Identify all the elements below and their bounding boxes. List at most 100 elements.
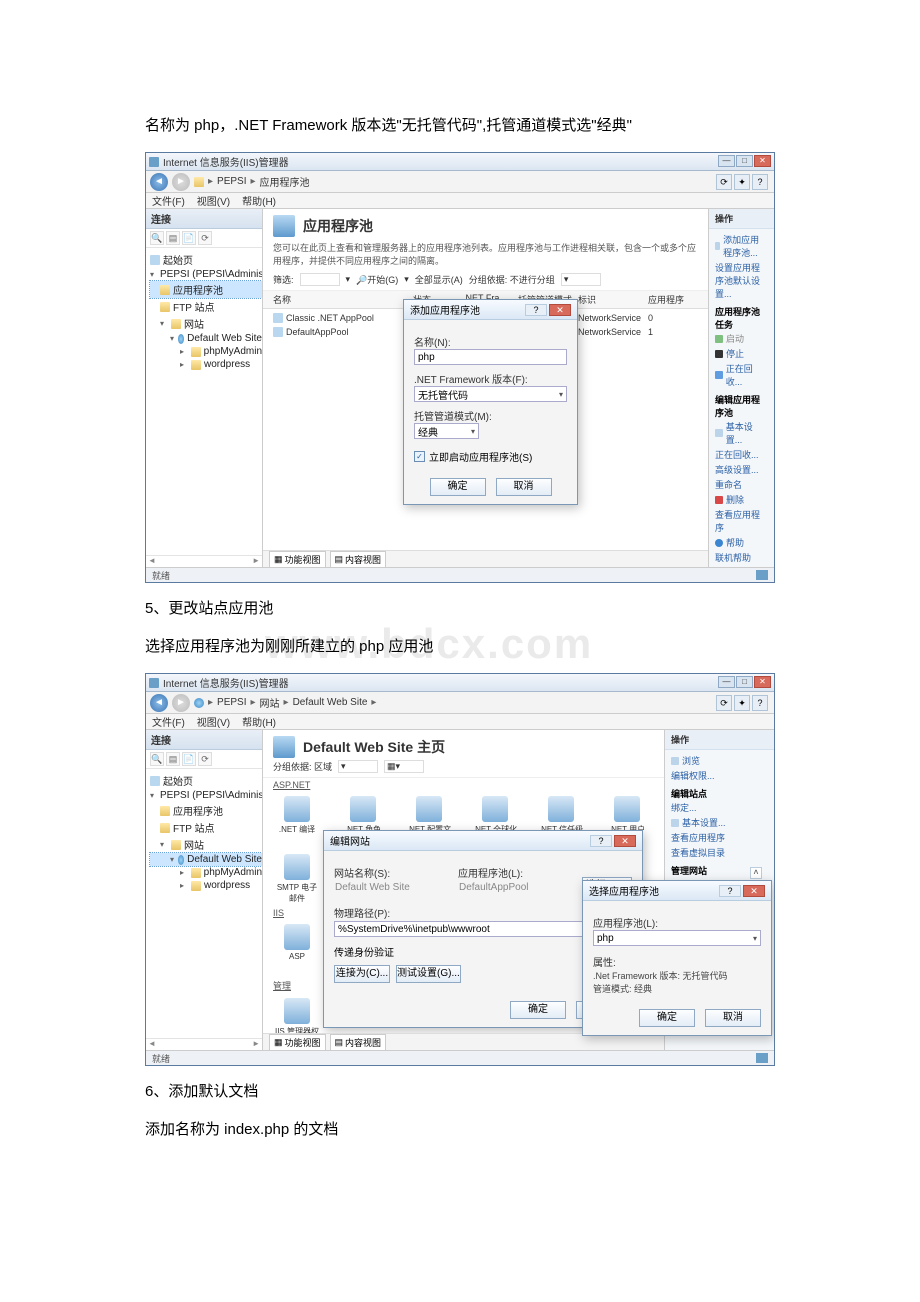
minimize-button[interactable]: — <box>718 676 735 688</box>
tree-ftp[interactable]: FTP 站点 <box>173 299 214 314</box>
dialog-close-button[interactable]: ✕ <box>743 885 765 897</box>
group-by[interactable]: 分组依据: 区域 <box>273 760 332 773</box>
tree-tool-icon[interactable]: ▤ <box>166 231 180 245</box>
dialog-help-button[interactable]: ? <box>719 885 741 897</box>
group-by[interactable]: 分组依据: 不进行分组 <box>469 273 555 286</box>
features-view-tab[interactable]: ▦ 功能视图 <box>269 551 326 568</box>
test-settings-button[interactable]: 测试设置(G)... <box>396 965 461 983</box>
action-bindings[interactable]: 绑定... <box>671 800 768 815</box>
dialog-close-button[interactable]: ✕ <box>614 835 636 847</box>
action-stop[interactable]: 停止 <box>715 346 768 361</box>
action-view-vdir[interactable]: 查看虚拟目录 <box>671 845 768 860</box>
menu-file[interactable]: 文件(F) <box>152 193 185 208</box>
connect-as-button[interactable]: 连接为(C)... <box>334 965 390 983</box>
filter-go[interactable]: 🔎开始(G) <box>356 273 398 286</box>
forward-button[interactable]: ► <box>172 173 190 191</box>
tree-ftp[interactable]: FTP 站点 <box>173 820 214 835</box>
menu-file[interactable]: 文件(F) <box>152 714 185 729</box>
tree-server[interactable]: PEPSI (PEPSI\Administrator) <box>160 790 262 801</box>
action-view-apps[interactable]: 查看应用程序 <box>715 507 768 535</box>
tree-wordpress[interactable]: wordpress <box>204 359 250 370</box>
pipeline-select[interactable]: 经典▾ <box>414 423 479 439</box>
forward-button[interactable]: ► <box>172 694 190 712</box>
view-combo[interactable]: ▦▾ <box>384 760 424 773</box>
col-apps[interactable]: 应用程序 <box>648 293 698 306</box>
action-rename[interactable]: 重命名 <box>715 477 768 492</box>
filter-show-all[interactable]: 全部显示(A) <box>415 273 463 286</box>
toolbar-icon-2[interactable]: ✦ <box>734 174 750 190</box>
ok-button[interactable]: 确定 <box>430 478 486 496</box>
menu-view[interactable]: 视图(V) <box>197 714 230 729</box>
filter-input[interactable] <box>300 273 340 286</box>
dialog-close-button[interactable]: ✕ <box>549 304 571 316</box>
action-explore[interactable]: 浏览 <box>671 753 768 768</box>
feature-icon[interactable]: SMTP 电子邮件 <box>273 854 321 904</box>
action-advanced[interactable]: 高级设置... <box>715 462 768 477</box>
maximize-button[interactable]: □ <box>736 676 753 688</box>
breadcrumb[interactable]: ▸ PEPSI ▸ 应用程序池 <box>194 174 310 189</box>
tree-wordpress[interactable]: wordpress <box>204 880 250 891</box>
tree-tool-icon[interactable]: ⟳ <box>198 752 212 766</box>
menu-help[interactable]: 帮助(H) <box>242 193 276 208</box>
tree-app-pools[interactable]: 应用程序池 <box>173 282 223 297</box>
tree-tool-icon[interactable]: 🔍 <box>150 231 164 245</box>
path-input[interactable]: %SystemDrive%\inetpub\wwwroot <box>334 921 604 937</box>
features-view-tab[interactable]: ▦ 功能视图 <box>269 1034 326 1051</box>
menu-help[interactable]: 帮助(H) <box>242 714 276 729</box>
action-online-help[interactable]: 联机帮助 <box>715 550 768 565</box>
action-remove[interactable]: 删除 <box>715 492 768 507</box>
action-start[interactable]: 启动 <box>715 331 768 346</box>
dialog-help-button[interactable]: ? <box>590 835 612 847</box>
framework-select[interactable]: 无托管代码▾ <box>414 386 567 402</box>
ok-button[interactable]: 确定 <box>510 1001 566 1019</box>
close-button[interactable]: ✕ <box>754 676 771 688</box>
tree-server[interactable]: PEPSI (PEPSI\Administrator) <box>160 269 262 280</box>
col-identity[interactable]: 标识 <box>578 293 648 306</box>
minimize-button[interactable]: — <box>718 155 735 167</box>
content-view-tab[interactable]: ▤ 内容视图 <box>330 551 387 568</box>
tree-default-site[interactable]: Default Web Site <box>187 333 262 344</box>
action-basic[interactable]: 基本设置... <box>671 815 768 830</box>
tree-app-pools[interactable]: 应用程序池 <box>173 803 223 818</box>
close-button[interactable]: ✕ <box>754 155 771 167</box>
toolbar-help-icon[interactable]: ? <box>752 695 768 711</box>
tree-sites[interactable]: 网站 <box>184 316 204 331</box>
action-add-pool[interactable]: 添加应用程序池... <box>715 232 768 260</box>
feature-icon[interactable]: .NET 编译 <box>273 796 321 846</box>
action-basic[interactable]: 基本设置... <box>715 419 768 447</box>
collapse-icon[interactable]: ˄ <box>750 867 762 879</box>
tree-start-page[interactable]: 起始页 <box>163 252 193 267</box>
name-input[interactable]: php <box>414 349 567 365</box>
back-button[interactable]: ◄ <box>150 173 168 191</box>
toolbar-help-icon[interactable]: ? <box>752 174 768 190</box>
group-by-combo[interactable]: ▾ <box>561 273 601 286</box>
tree-tool-icon[interactable]: 📄 <box>182 231 196 245</box>
toolbar-icon-1[interactable]: ⟳ <box>716 174 732 190</box>
feature-icon[interactable]: ASP <box>273 924 321 961</box>
menu-view[interactable]: 视图(V) <box>197 193 230 208</box>
action-view-apps[interactable]: 查看应用程序 <box>671 830 768 845</box>
cancel-button[interactable]: 取消 <box>496 478 552 496</box>
dialog-help-button[interactable]: ? <box>525 304 547 316</box>
ok-button[interactable]: 确定 <box>639 1009 695 1027</box>
maximize-button[interactable]: □ <box>736 155 753 167</box>
tree-start-page[interactable]: 起始页 <box>163 773 193 788</box>
action-set-defaults[interactable]: 设置应用程序池默认设置... <box>715 260 768 301</box>
col-name[interactable]: 名称 <box>273 293 413 306</box>
action-recycling[interactable]: 正在回收... <box>715 447 768 462</box>
toolbar-icon-2[interactable]: ✦ <box>734 695 750 711</box>
tree-tool-icon[interactable]: ⟳ <box>198 231 212 245</box>
autostart-checkbox[interactable]: ✓ <box>414 451 425 462</box>
back-button[interactable]: ◄ <box>150 694 168 712</box>
tree-default-site[interactable]: Default Web Site <box>187 854 262 865</box>
breadcrumb[interactable]: ▸PEPSI ▸网站 ▸Default Web Site ▸ <box>194 695 376 710</box>
toolbar-icon-1[interactable]: ⟳ <box>716 695 732 711</box>
cancel-button[interactable]: 取消 <box>705 1009 761 1027</box>
group-by-combo[interactable]: ▾ <box>338 760 378 773</box>
tree-phpmyadmin[interactable]: phpMyAdmin <box>204 346 262 357</box>
tree-tool-icon[interactable]: 🔍 <box>150 752 164 766</box>
action-help[interactable]: 帮助 <box>715 535 768 550</box>
tree-phpmyadmin[interactable]: phpMyAdmin <box>204 867 262 878</box>
action-edit-perm[interactable]: 编辑权限... <box>671 768 768 783</box>
content-view-tab[interactable]: ▤ 内容视图 <box>330 1034 387 1051</box>
